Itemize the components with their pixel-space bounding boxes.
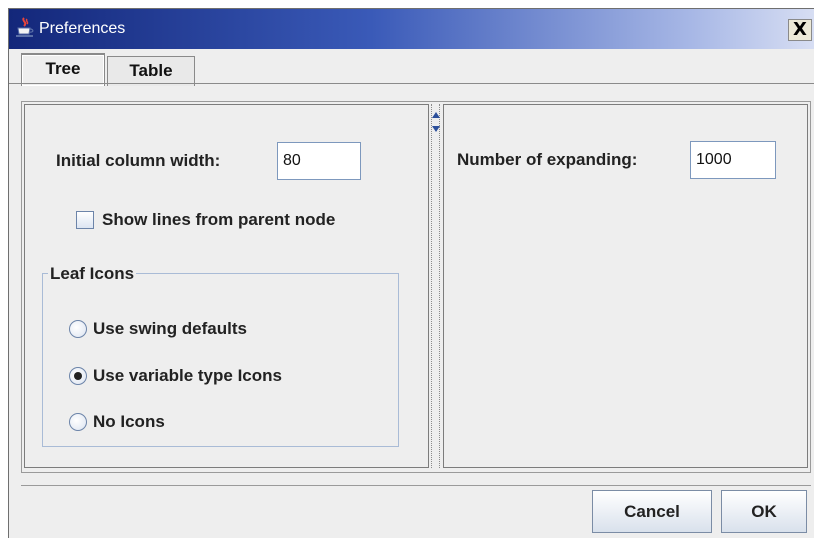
left-panel: Initial column width: 80 Show lines from… (24, 104, 429, 468)
no-icons-radio[interactable] (69, 413, 87, 431)
use-swing-defaults-radio[interactable] (69, 320, 87, 338)
number-of-expanding-label: Number of expanding: (457, 150, 638, 169)
cancel-button-label: Cancel (624, 502, 680, 521)
show-lines-checkbox[interactable] (76, 211, 94, 229)
tab-table-label: Table (129, 61, 173, 80)
title-bar[interactable]: Preferences X (9, 9, 814, 49)
cancel-button[interactable]: Cancel (592, 490, 712, 533)
window-title: Preferences (39, 20, 126, 37)
leaf-icons-legend: Leaf Icons (48, 264, 137, 284)
tab-table[interactable]: Table (107, 56, 195, 86)
expand-right-arrow-icon[interactable] (432, 126, 440, 132)
ok-button[interactable]: OK (721, 490, 807, 533)
right-panel: Number of expanding: 1000 (443, 104, 808, 468)
java-cup-icon (16, 17, 34, 37)
tab-content: Initial column width: 80 Show lines from… (21, 101, 811, 473)
tab-tree-label: Tree (45, 59, 81, 78)
number-of-expanding-input[interactable]: 1000 (690, 141, 776, 179)
tab-strip-divider (9, 83, 814, 84)
preferences-dialog: Preferences X Tree Table Initial column … (8, 8, 814, 538)
use-variable-type-icons-radio[interactable] (69, 367, 87, 385)
ok-button-label: OK (751, 502, 777, 521)
use-variable-type-icons-label[interactable]: Use variable type Icons (93, 366, 282, 386)
no-icons-label[interactable]: No Icons (93, 412, 165, 432)
tab-tree[interactable]: Tree (21, 53, 105, 86)
use-swing-defaults-label[interactable]: Use swing defaults (93, 319, 247, 339)
initial-column-width-input[interactable]: 80 (277, 142, 361, 180)
close-icon: X (793, 19, 807, 40)
collapse-left-arrow-icon[interactable] (432, 112, 440, 118)
split-pane-divider[interactable] (431, 104, 440, 468)
show-lines-label[interactable]: Show lines from parent node (102, 210, 335, 230)
initial-column-width-label: Initial column width: (56, 151, 221, 170)
button-bar-separator (21, 485, 811, 486)
close-button[interactable]: X (788, 19, 812, 41)
